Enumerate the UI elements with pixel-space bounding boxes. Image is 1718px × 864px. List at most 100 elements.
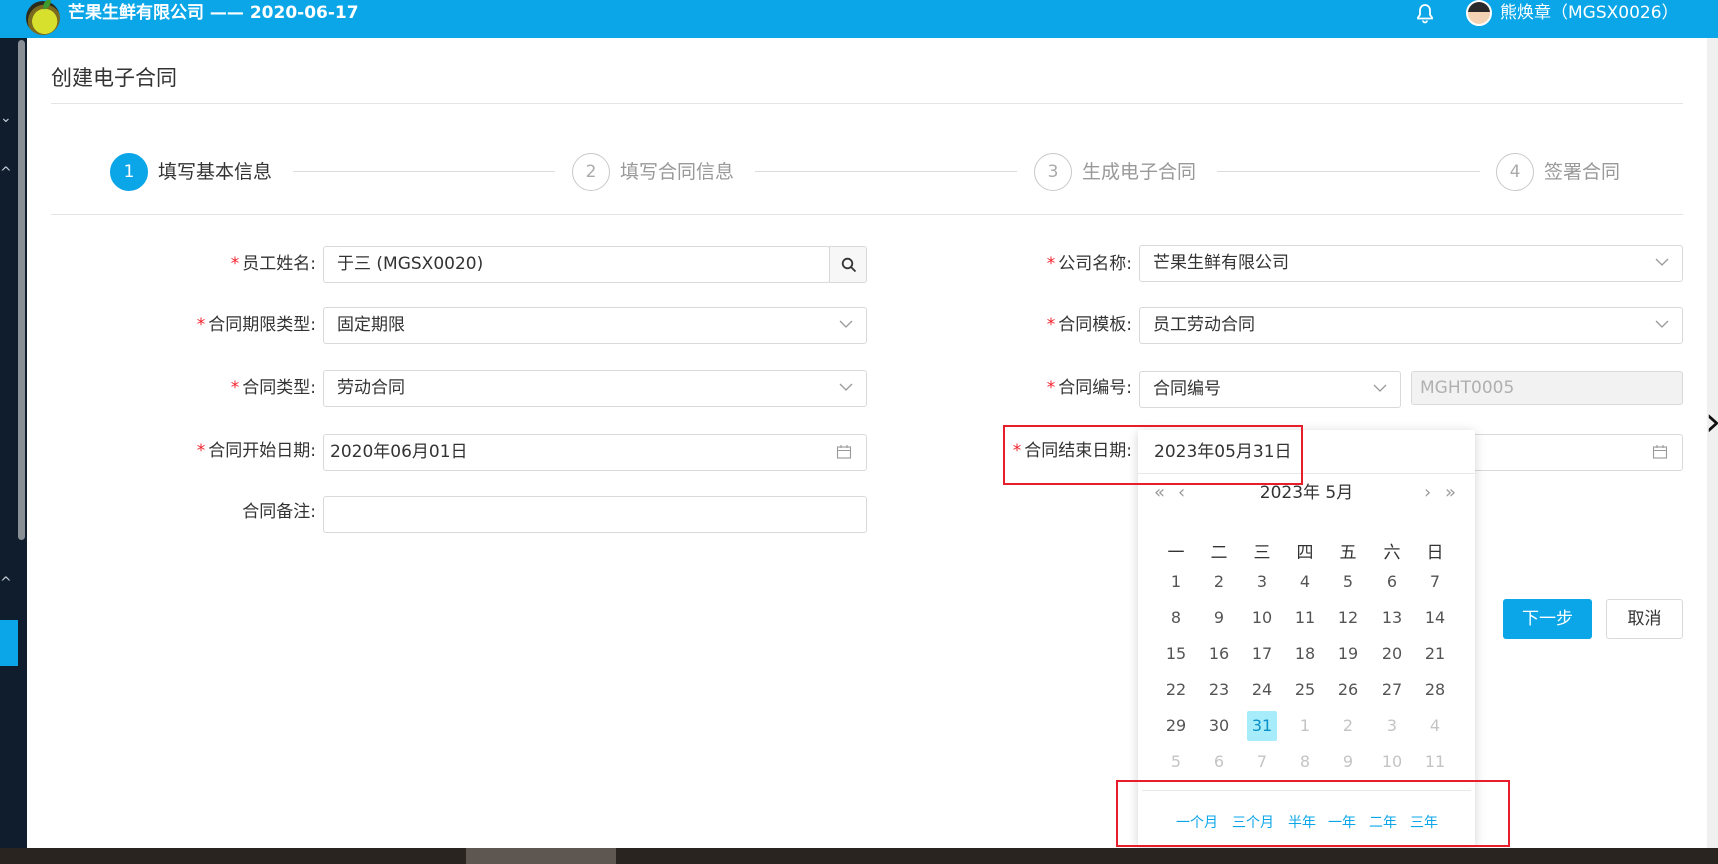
term-type-value: 固定期限 — [337, 315, 405, 335]
calendar-day-next-month[interactable]: 7 — [1247, 747, 1277, 777]
calendar-day[interactable]: 17 — [1247, 639, 1277, 669]
step-label: 生成电子合同 — [1082, 161, 1197, 183]
contract-number-input: MGHT0005 — [1411, 371, 1683, 405]
sidebar-active-item[interactable] — [0, 620, 18, 666]
contract-type-select[interactable]: 劳动合同 — [323, 370, 867, 407]
calendar-day[interactable]: 14 — [1420, 603, 1450, 633]
cancel-button[interactable]: 取消 — [1606, 599, 1683, 639]
divider — [51, 103, 1683, 104]
term-type-label: * 合同期限类型: — [197, 307, 316, 343]
calendar-day[interactable]: 15 — [1161, 639, 1191, 669]
calendar-day[interactable]: 8 — [1161, 603, 1191, 633]
weekday-header: 三 — [1253, 543, 1271, 563]
calendar-day[interactable]: 27 — [1377, 675, 1407, 705]
template-label-text: 合同模板: — [1058, 315, 1132, 335]
taskbar-active-item[interactable] — [466, 848, 616, 864]
required-mark: * — [230, 378, 240, 398]
calendar-day[interactable]: 4 — [1290, 567, 1320, 597]
contract-number-select-value: 合同编号 — [1153, 379, 1221, 399]
chevron-down-icon — [839, 320, 853, 328]
calendar-day[interactable]: 6 — [1377, 567, 1407, 597]
calendar-day[interactable]: 30 — [1204, 711, 1234, 741]
calendar-day[interactable]: 29 — [1161, 711, 1191, 741]
calendar-day[interactable]: 19 — [1333, 639, 1363, 669]
chevron-down-icon — [1655, 258, 1669, 266]
weekday-header: 六 — [1383, 543, 1401, 563]
next-year-icon[interactable]: » — [1445, 482, 1456, 503]
weekday-header: 一 — [1167, 543, 1185, 563]
calendar-day-next-month[interactable]: 10 — [1377, 747, 1407, 777]
company-label: * 公司名称: — [1047, 246, 1132, 282]
chevron-up-icon: ^ — [0, 575, 12, 591]
contract-type-label-text: 合同类型: — [242, 378, 316, 398]
calendar-day[interactable]: 22 — [1161, 675, 1191, 705]
calendar-day-next-month[interactable]: 6 — [1204, 747, 1234, 777]
calendar-day-next-month[interactable]: 8 — [1290, 747, 1320, 777]
step-connector — [755, 171, 1017, 172]
prev-year-icon[interactable]: « — [1154, 482, 1165, 503]
calendar-day[interactable]: 28 — [1420, 675, 1450, 705]
step-number: 4 — [1496, 153, 1534, 191]
calendar-day[interactable]: 23 — [1204, 675, 1234, 705]
calendar-day-next-month[interactable]: 1 — [1290, 711, 1320, 741]
contract-type-value: 劳动合同 — [337, 378, 405, 398]
calendar-day[interactable]: 18 — [1290, 639, 1320, 669]
calendar-day-next-month[interactable]: 9 — [1333, 747, 1363, 777]
employee-name-input[interactable]: 于三 (MGSX0020) — [323, 246, 830, 283]
calendar-day-next-month[interactable]: 11 — [1420, 747, 1450, 777]
calendar-day-next-month[interactable]: 2 — [1333, 711, 1363, 741]
required-mark: * — [1046, 315, 1056, 335]
step-label: 填写基本信息 — [158, 161, 273, 183]
chevron-right-icon[interactable]: › — [1705, 402, 1718, 442]
weekday-header: 四 — [1296, 543, 1314, 563]
chevron-down-icon — [1655, 320, 1669, 328]
calendar-day[interactable]: 9 — [1204, 603, 1234, 633]
start-date-label-text: 合同开始日期: — [208, 441, 316, 461]
avatar[interactable] — [1466, 0, 1492, 26]
remark-input[interactable] — [323, 496, 867, 533]
calendar-day[interactable]: 7 — [1420, 567, 1450, 597]
calendar-day[interactable]: 16 — [1204, 639, 1234, 669]
calendar-day-selected[interactable]: 31 — [1247, 711, 1277, 741]
term-type-label-text: 合同期限类型: — [208, 315, 316, 335]
weekday-header: 五 — [1339, 543, 1357, 563]
calendar-day[interactable]: 11 — [1290, 603, 1320, 633]
calendar-day[interactable]: 26 — [1333, 675, 1363, 705]
calendar-day-next-month[interactable]: 4 — [1420, 711, 1450, 741]
company-value: 芒果生鲜有限公司 — [1153, 253, 1289, 273]
chevron-icon: ⌄ — [0, 110, 12, 126]
calendar-day[interactable]: 1 — [1161, 567, 1191, 597]
step-connector — [1217, 171, 1480, 172]
calendar-day-next-month[interactable]: 5 — [1161, 747, 1191, 777]
start-date-input[interactable]: 2020年06月01日 — [323, 434, 867, 471]
user-name[interactable]: 熊焕章（MGSX0026） — [1500, 0, 1679, 26]
contract-number-select[interactable]: 合同编号 — [1139, 371, 1401, 408]
contract-number-label-text: 合同编号: — [1058, 378, 1132, 398]
template-label: * 合同模板: — [1047, 307, 1132, 343]
calendar-day[interactable]: 24 — [1247, 675, 1277, 705]
next-button[interactable]: 下一步 — [1503, 599, 1592, 639]
calendar-day[interactable]: 13 — [1377, 603, 1407, 633]
next-month-icon[interactable]: › — [1424, 482, 1431, 503]
calendar-day[interactable]: 12 — [1333, 603, 1363, 633]
step-number: 1 — [110, 153, 148, 191]
calendar-day[interactable]: 3 — [1247, 567, 1277, 597]
required-mark: * — [1046, 378, 1056, 398]
calendar-day[interactable]: 2 — [1204, 567, 1234, 597]
calendar-day[interactable]: 25 — [1290, 675, 1320, 705]
prev-month-icon[interactable]: ‹ — [1178, 482, 1185, 503]
employee-search-button[interactable] — [829, 246, 867, 283]
term-type-select[interactable]: 固定期限 — [323, 307, 867, 344]
calendar-day[interactable]: 5 — [1333, 567, 1363, 597]
calendar-day[interactable]: 21 — [1420, 639, 1450, 669]
calendar-day-next-month[interactable]: 3 — [1377, 711, 1407, 741]
chevron-down-icon — [1373, 384, 1387, 392]
sidebar-scrollbar[interactable] — [18, 40, 25, 540]
bell-icon[interactable] — [1413, 2, 1437, 26]
calendar-day[interactable]: 20 — [1377, 639, 1407, 669]
app-title: 芒果生鲜有限公司 —— 2020-06-17 — [68, 3, 359, 23]
chevron-up-icon: ^ — [0, 165, 12, 181]
template-select[interactable]: 员工劳动合同 — [1139, 307, 1683, 344]
calendar-day[interactable]: 10 — [1247, 603, 1277, 633]
company-select[interactable]: 芒果生鲜有限公司 — [1139, 245, 1683, 282]
